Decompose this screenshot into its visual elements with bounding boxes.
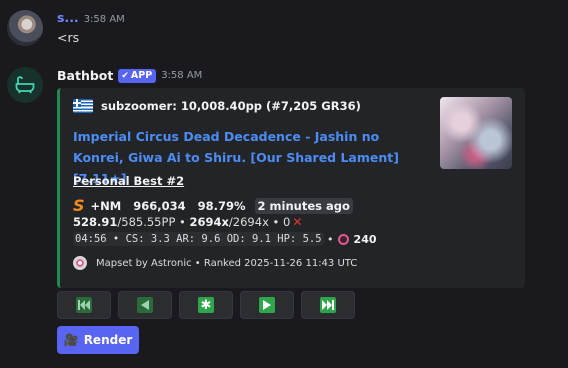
pp-value: 528.91 — [73, 215, 118, 229]
personal-best-heading: Personal Best #2 — [73, 174, 185, 188]
render-button-label: Render — [83, 333, 133, 347]
pp-max: /585.55PP — [117, 215, 176, 229]
embed-footer: Mapset by Astronic • Ranked 2025-11-26 1… — [73, 256, 357, 270]
play-left-icon — [137, 297, 153, 313]
osu-icon — [73, 256, 87, 270]
message1-username[interactable]: s... — [57, 10, 79, 25]
play-right-icon — [259, 297, 275, 313]
first-page-button[interactable] — [57, 291, 111, 319]
beatmap-thumbnail[interactable] — [440, 97, 512, 169]
score: 966,034 — [133, 198, 186, 213]
miss-icon: ✕ — [292, 215, 303, 229]
embed-author[interactable]: subzoomer: 10,008.40pp (#7,205 GR36) — [73, 99, 361, 113]
map-stats-row: 04:56 • CS: 3.3 AR: 9.6 OD: 9.1 HP: 5.5 … — [73, 232, 377, 246]
verified-check-icon: ✔ — [121, 70, 129, 81]
bathtub-icon — [15, 76, 35, 94]
asterisk-icon: ✱ — [198, 297, 214, 313]
last-page-button[interactable] — [301, 291, 355, 319]
message2-header: Bathbot ✔ APP 3:58 AM — [57, 68, 202, 83]
map-stats: 04:56 • CS: 3.3 AR: 9.6 OD: 9.1 HP: 5.5 — [73, 232, 324, 246]
embed-footer-text: Mapset by Astronic • Ranked 2025-11-26 1… — [96, 257, 358, 269]
message2-username[interactable]: Bathbot — [57, 68, 113, 83]
max-combo: /2694x — [228, 215, 269, 229]
embed-author-text: subzoomer: 10,008.40pp (#7,205 GR36) — [101, 99, 361, 113]
score-embed: subzoomer: 10,008.40pp (#7,205 GR36) Imp… — [57, 88, 525, 288]
combo: 2694x — [189, 215, 229, 229]
skip-forward-icon — [320, 297, 336, 313]
score-stats-row: S +NM 966,034 98.79% 2 minutes ago — [73, 196, 353, 215]
greece-flag-icon — [73, 99, 93, 113]
message1-text: <rs — [57, 30, 80, 45]
message1-timestamp: 3:58 AM — [83, 14, 125, 25]
app-badge-label: APP — [130, 70, 153, 81]
previous-page-button[interactable] — [118, 291, 172, 319]
time-ago: 2 minutes ago — [254, 197, 353, 214]
user-avatar[interactable] — [7, 10, 43, 46]
message1-header: s... 3:58 AM — [57, 10, 125, 25]
next-page-button[interactable] — [240, 291, 294, 319]
miss-count: 0 — [282, 215, 291, 229]
bot-avatar[interactable] — [7, 67, 43, 103]
circle-count: 240 — [353, 232, 377, 246]
message2-timestamp: 3:58 AM — [161, 70, 203, 81]
hitcircle-icon — [337, 233, 349, 245]
app-badge: ✔ APP — [118, 68, 157, 83]
skip-back-icon — [76, 297, 92, 313]
mods: +NM — [90, 198, 122, 213]
grade-s-icon: S — [73, 196, 85, 215]
accuracy: 98.79% — [197, 198, 246, 213]
video-camera-icon: 🎥 — [63, 333, 79, 347]
pp-combo-row: 528.91 /585.55PP • 2694x /2694x • 0 ✕ — [73, 215, 303, 229]
jump-page-button[interactable]: ✱ — [179, 291, 233, 319]
render-button[interactable]: 🎥 Render — [57, 326, 139, 354]
